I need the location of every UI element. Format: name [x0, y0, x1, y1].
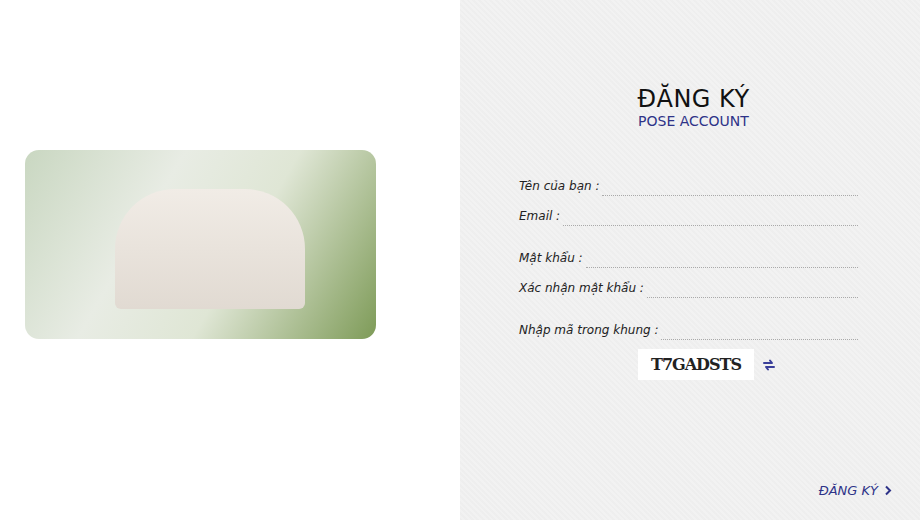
submit-row: ĐĂNG KÝ — [519, 479, 894, 502]
illustration-panel — [0, 0, 460, 520]
captcha-input[interactable] — [661, 319, 858, 340]
refresh-icon[interactable] — [762, 359, 776, 371]
mailbox-photo — [25, 150, 376, 339]
form-field: Xác nhận mật khẩu : — [519, 268, 858, 298]
register-panel: ĐĂNG KÝPOSE ACCOUNTTên của bạn :Email :M… — [460, 0, 920, 520]
form-subtitle: POSE ACCOUNT — [529, 112, 858, 130]
captcha-image: T7GADSTS — [638, 349, 754, 380]
field-input[interactable] — [647, 277, 858, 298]
field-input[interactable] — [586, 247, 858, 268]
captcha-label: Nhập mã trong khung : — [519, 323, 658, 340]
captcha-row: T7GADSTS — [638, 349, 858, 380]
field-input[interactable] — [602, 175, 858, 196]
form-field: Email : — [519, 196, 858, 226]
field-input[interactable] — [563, 205, 858, 226]
field-label: Xác nhận mật khẩu : — [519, 281, 644, 298]
form-title: ĐĂNG KÝ — [529, 86, 858, 112]
form-field: Mật khẩu : — [519, 238, 858, 268]
field-list: Tên của bạn : Email : Mật khẩu : Xác nhận m… — [519, 166, 858, 298]
chevron-right-icon — [884, 485, 892, 496]
field-label: Mật khẩu : — [519, 251, 583, 268]
form-field: Tên của bạn : — [519, 166, 858, 196]
field-label: Tên của bạn : — [519, 179, 599, 196]
register-page: ĐĂNG KÝPOSE ACCOUNTTên của bạn :Email :M… — [0, 0, 920, 520]
captcha-field: Nhập mã trong khung : — [519, 310, 858, 340]
field-label: Email : — [519, 209, 560, 226]
submit-button[interactable]: ĐĂNG KÝ — [817, 479, 894, 502]
form-header: ĐĂNG KÝPOSE ACCOUNT — [529, 86, 858, 130]
mailbox-shape — [115, 189, 305, 309]
